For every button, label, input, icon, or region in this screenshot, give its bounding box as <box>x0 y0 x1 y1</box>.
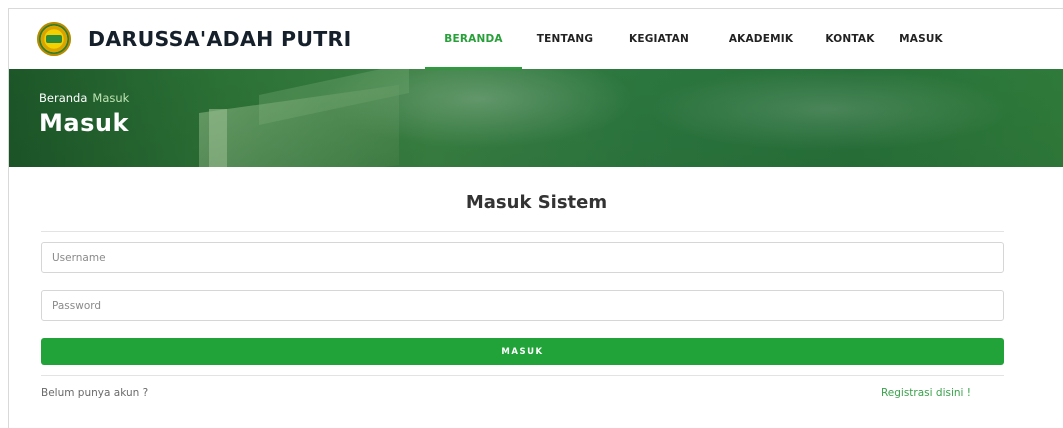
breadcrumb-current: Masuk <box>92 91 130 105</box>
divider <box>41 231 1004 232</box>
nav-item-kegiatan[interactable]: KEGIATAN <box>608 9 710 69</box>
register-link[interactable]: Registrasi disini ! <box>881 387 971 399</box>
login-form-title: Masuk Sistem <box>465 192 608 213</box>
brand-name: DARUSSA'ADAH PUTRI <box>88 27 352 51</box>
login-button[interactable]: MASUK <box>41 338 1004 365</box>
breadcrumb-home-link[interactable]: Beranda <box>39 91 87 105</box>
nav-item-beranda[interactable]: BERANDA <box>425 9 522 69</box>
divider <box>41 375 1004 376</box>
page-title: Masuk <box>39 109 129 137</box>
brand[interactable]: DARUSSA'ADAH PUTRI <box>37 22 352 56</box>
nav-item-masuk[interactable]: MASUK <box>888 9 954 69</box>
main-nav: BERANDA TENTANG KEGIATAN AKADEMIK KONTAK… <box>425 9 954 69</box>
username-input[interactable] <box>41 242 1004 273</box>
nav-item-kontak[interactable]: KONTAK <box>812 9 888 69</box>
nav-item-tentang[interactable]: TENTANG <box>522 9 608 69</box>
school-emblem-logo <box>37 22 71 56</box>
top-navbar: DARUSSA'ADAH PUTRI BERANDA TENTANG KEGIA… <box>9 9 1063 69</box>
no-account-text: Belum punya akun ? <box>41 387 149 399</box>
breadcrumb: Beranda Masuk <box>39 91 129 105</box>
page-frame: DARUSSA'ADAH PUTRI BERANDA TENTANG KEGIA… <box>8 8 1063 428</box>
nav-item-akademik[interactable]: AKADEMIK <box>710 9 812 69</box>
password-input[interactable] <box>41 290 1004 321</box>
page-hero-banner: Beranda Masuk Masuk <box>9 69 1063 167</box>
